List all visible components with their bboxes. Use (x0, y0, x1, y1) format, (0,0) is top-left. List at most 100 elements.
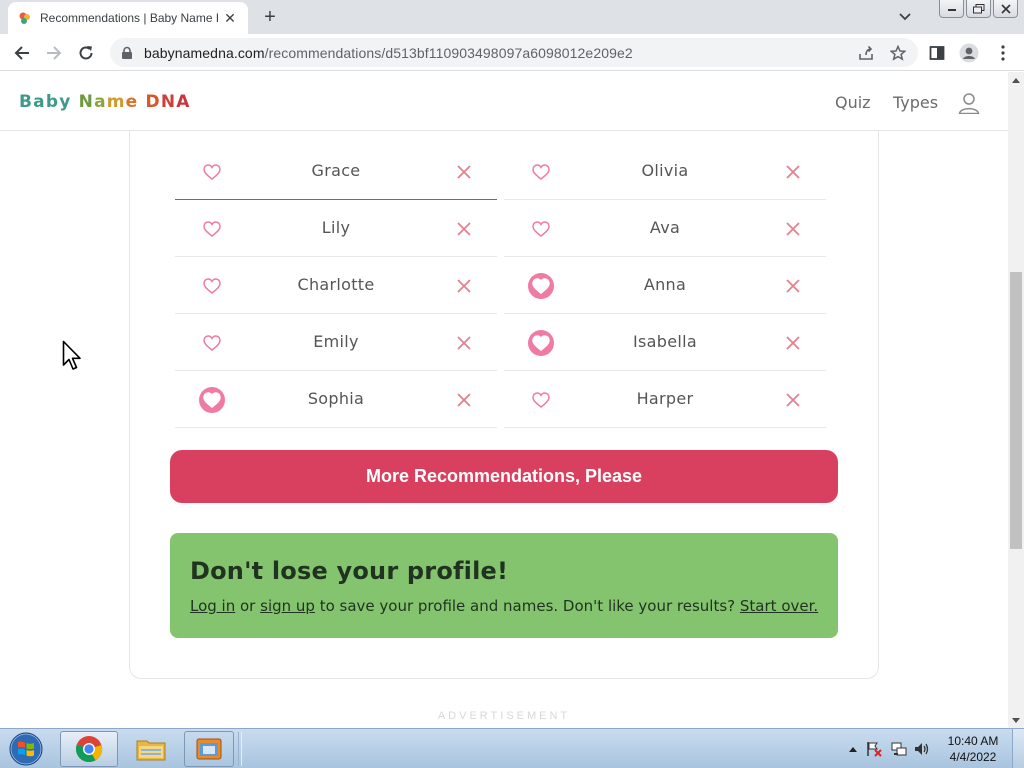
site-logo[interactable]: Baby Name DNABaby Name DNA (19, 92, 191, 112)
new-tab-icon[interactable]: + (258, 6, 282, 28)
names-column-left: Grace Lily Charlotte Emily Sophia (175, 143, 497, 428)
name-row: Ava (504, 200, 826, 257)
side-panel-icon[interactable] (927, 43, 947, 63)
action-center-flag-icon[interactable] (866, 741, 882, 757)
nav-types-link[interactable]: Types (893, 93, 938, 112)
start-button-icon[interactable] (3, 731, 49, 767)
save-text: to save your profile and names. Don't li… (314, 597, 740, 615)
name-row: Anna (504, 257, 826, 314)
reload-icon[interactable] (75, 42, 97, 64)
name-row: Sophia (175, 371, 497, 428)
page-viewport: Grace Lily Charlotte Emily Sophia Olivia Ava A… (0, 72, 1008, 728)
taskbar-chrome-icon[interactable] (60, 731, 118, 767)
heart-icon[interactable] (199, 330, 225, 356)
dismiss-x-icon[interactable] (455, 220, 473, 238)
user-account-icon[interactable] (958, 92, 980, 114)
system-clock[interactable]: 10:40 AM 4/4/2022 (938, 733, 1008, 765)
network-icon[interactable] (891, 741, 907, 757)
site-header: Baby Name DNABaby Name DNA Quiz Types (0, 72, 1008, 131)
signup-link[interactable]: sign up (260, 597, 315, 615)
heart-icon[interactable] (528, 387, 554, 413)
name-row: Emily (175, 314, 497, 371)
site-favicon-icon (19, 12, 30, 24)
start-over-link[interactable]: Start over. (740, 597, 818, 615)
forward-arrow-icon[interactable] (43, 42, 65, 64)
baby-name: Lily (321, 218, 351, 237)
baby-name: Anna (643, 275, 687, 294)
dismiss-x-icon[interactable] (455, 277, 473, 295)
profile-avatar-icon[interactable] (959, 43, 979, 63)
browser-menu-icon[interactable] (993, 43, 1013, 63)
url-domain: babynamedna.com (144, 44, 265, 61)
name-row: Olivia (504, 143, 826, 200)
tab-close-icon[interactable]: ✕ (222, 10, 238, 26)
baby-name: Sophia (307, 389, 365, 408)
window-controls (939, 0, 1018, 18)
save-profile-box: Don't lose your profile! Log in or sign … (170, 533, 838, 638)
browser-tab-strip: Recommendations | Baby Name DNA ✕ + (0, 0, 1024, 34)
baby-name: Isabella (633, 332, 697, 351)
taskbar-file-explorer-icon[interactable] (122, 731, 180, 767)
mouse-cursor-icon (62, 340, 81, 370)
profile-box-title: Don't lose your profile! (190, 557, 509, 585)
lock-icon (122, 46, 132, 59)
tab-search-chevron-icon[interactable] (896, 8, 914, 26)
minimize-icon[interactable] (939, 0, 964, 18)
heart-filled-icon[interactable] (199, 387, 225, 413)
dismiss-x-icon[interactable] (455, 334, 473, 352)
dismiss-x-icon[interactable] (784, 391, 802, 409)
names-column-right: Olivia Ava Anna Isabella Harper (504, 143, 826, 428)
heart-icon[interactable] (528, 216, 554, 242)
heart-filled-icon[interactable] (528, 330, 554, 356)
dismiss-x-icon[interactable] (784, 163, 802, 181)
show-desktop-button[interactable] (1012, 729, 1024, 768)
more-recommendations-button[interactable]: More Recommendations, Please (170, 450, 838, 503)
baby-name: Ava (649, 218, 681, 237)
heart-icon[interactable] (199, 216, 225, 242)
url-path: /recommendations/d513bf110903498097a6098… (264, 44, 633, 61)
advertisement-label: ADVERTISEMENT (437, 710, 571, 722)
tab-title: Recommendations | Baby Name DNA (40, 11, 218, 25)
url-text: babynamedna.com/recommendations/d513bf11… (144, 45, 633, 61)
name-row: Charlotte (175, 257, 497, 314)
scrollbar-thumb[interactable] (1010, 272, 1022, 549)
share-icon[interactable] (858, 45, 874, 61)
dismiss-x-icon[interactable] (455, 163, 473, 181)
login-link[interactable]: Log in (190, 597, 235, 615)
clock-date: 4/4/2022 (949, 750, 997, 764)
browser-toolbar: babynamedna.com/recommendations/d513bf11… (0, 34, 1024, 71)
scroll-up-arrow-icon[interactable] (1008, 72, 1024, 88)
taskbar-app-icon[interactable] (184, 731, 234, 767)
show-hidden-icons-icon[interactable] (845, 741, 861, 757)
volume-icon[interactable] (914, 741, 930, 757)
heart-icon[interactable] (528, 159, 554, 185)
heart-filled-icon[interactable] (528, 273, 554, 299)
taskbar-separator (238, 732, 242, 766)
clock-time: 10:40 AM (947, 734, 999, 748)
heart-icon[interactable] (199, 159, 225, 185)
baby-name: Grace (311, 161, 361, 180)
heart-icon[interactable] (199, 273, 225, 299)
close-window-icon[interactable] (993, 0, 1018, 18)
nav-quiz-link[interactable]: Quiz (835, 93, 871, 112)
scroll-down-arrow-icon[interactable] (1008, 712, 1024, 728)
name-row: Harper (504, 371, 826, 428)
baby-name: Harper (636, 389, 694, 408)
baby-name: Emily (313, 332, 359, 351)
windows-taskbar: 10:40 AM 4/4/2022 (0, 728, 1024, 768)
dismiss-x-icon[interactable] (784, 220, 802, 238)
restore-icon[interactable] (966, 0, 991, 18)
dismiss-x-icon[interactable] (784, 277, 802, 295)
dismiss-x-icon[interactable] (455, 391, 473, 409)
name-row: Grace (175, 143, 497, 200)
baby-name: Olivia (641, 161, 689, 180)
bookmark-star-icon[interactable] (890, 45, 906, 61)
baby-name: Charlotte (297, 275, 375, 294)
browser-tab[interactable]: Recommendations | Baby Name DNA ✕ (8, 2, 248, 34)
page-scrollbar[interactable] (1008, 72, 1024, 728)
address-bar[interactable]: babynamedna.com/recommendations/d513bf11… (110, 38, 918, 67)
back-arrow-icon[interactable] (11, 42, 33, 64)
name-row: Lily (175, 200, 497, 257)
or-text: or (235, 597, 261, 615)
dismiss-x-icon[interactable] (784, 334, 802, 352)
